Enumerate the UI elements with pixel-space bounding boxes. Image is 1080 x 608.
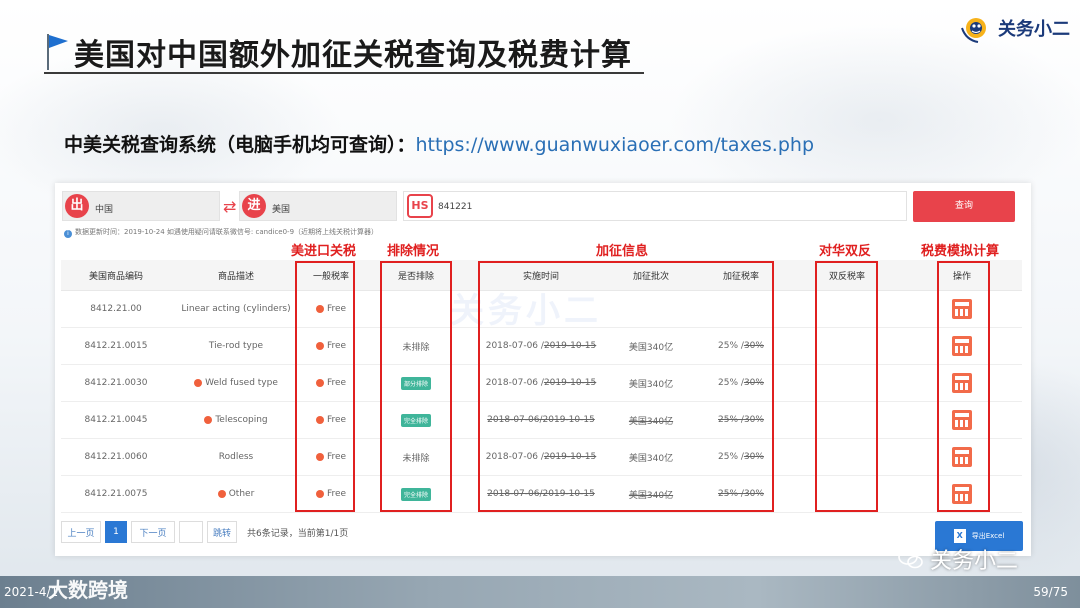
label-calculator: 税费模拟计算 bbox=[921, 244, 1000, 259]
page-title: 美国对中国额外加征关税查询及税费计算 bbox=[74, 38, 632, 73]
prev-page-button[interactable]: 上一页 bbox=[61, 521, 101, 543]
page-1-button[interactable]: 1 bbox=[105, 521, 127, 543]
brand-name: 关务小二 bbox=[998, 19, 1070, 40]
data-update-notice: i 数据更新时间：2019-10-24 如遇使用疑问请联系微信号: candice… bbox=[64, 227, 378, 238]
sun-logo-icon bbox=[961, 18, 986, 43]
cell-desc: Other bbox=[171, 476, 301, 512]
next-page-button[interactable]: 下一页 bbox=[131, 521, 175, 543]
hs-code-value: 841221 bbox=[438, 202, 473, 212]
label-anti-dumping: 对华双反 bbox=[819, 244, 872, 259]
cell-code: 8412.21.0045 bbox=[61, 402, 171, 438]
flag-icon bbox=[47, 34, 68, 70]
code-value: 8412.21.0030 bbox=[84, 378, 148, 388]
alert-dot-icon bbox=[217, 490, 226, 498]
origin-country-field[interactable]: 出 中国 bbox=[62, 191, 220, 221]
page-number: 59/75 bbox=[1033, 585, 1068, 599]
destination-value: 美国 bbox=[272, 205, 291, 215]
tariff-query-panel: 出 中国 ⇄ 进 美国 841221 HS 查询 i 数据更新时间：2019-10… bbox=[55, 183, 1031, 556]
cell-code: 8412.21.0015 bbox=[61, 328, 171, 364]
code-value: 8412.21.0060 bbox=[84, 452, 148, 462]
footer-bar: 2021-4/1 59/75 bbox=[0, 576, 1080, 608]
frame-anti-dumping bbox=[815, 261, 878, 512]
alert-dot-icon bbox=[194, 379, 203, 387]
alert-dot-icon bbox=[204, 416, 213, 424]
desc-value: Linear acting (cylinders) bbox=[181, 304, 291, 314]
jump-page-input[interactable] bbox=[179, 521, 203, 543]
cell-desc: Linear acting (cylinders) bbox=[171, 291, 301, 327]
excel-icon: X bbox=[953, 529, 966, 543]
cell-code: 8412.21.0030 bbox=[61, 365, 171, 401]
desc-value: Rodless bbox=[218, 452, 254, 462]
frame-exclusion bbox=[380, 261, 452, 512]
col-header-code: 美国商品编码 bbox=[88, 271, 143, 282]
hs-badge: HS bbox=[407, 194, 433, 218]
cell-desc: Telescoping bbox=[171, 402, 301, 438]
cell-code: 8412.21.00 bbox=[61, 291, 171, 327]
cell-desc: Tie-rod type bbox=[171, 328, 301, 364]
wechat-name: 关务小二 bbox=[930, 549, 1019, 574]
system-url-link[interactable]: https://www.guanwuxiaoer.com/taxes.php bbox=[416, 134, 815, 156]
desc-value: Telescoping bbox=[215, 415, 268, 425]
desc-value: Weld fused type bbox=[205, 378, 278, 388]
wechat-signature: 关务小二 bbox=[898, 543, 1018, 575]
desc-value: Other bbox=[228, 489, 255, 499]
label-additional: 加征信息 bbox=[596, 244, 649, 259]
col-header-desc: 商品描述 bbox=[217, 271, 254, 282]
code-value: 8412.21.0045 bbox=[84, 415, 148, 425]
label-exclusion: 排除情况 bbox=[387, 244, 440, 259]
destination-badge: 进 bbox=[242, 194, 266, 218]
brand-logo: 关务小二 bbox=[958, 8, 1070, 48]
jump-button[interactable]: 跳转 bbox=[207, 521, 237, 543]
code-value: 8412.21.00 bbox=[90, 304, 142, 314]
label-general-rate: 美进口关税 bbox=[291, 244, 357, 259]
code-value: 8412.21.0075 bbox=[84, 489, 148, 499]
swap-icon[interactable]: ⇄ bbox=[223, 197, 236, 216]
pagination: 上一页 1 下一页 跳转 共6条记录，当前第1/1页 bbox=[61, 521, 348, 543]
destination-country-field[interactable]: 进 美国 bbox=[239, 191, 397, 221]
export-label: 导出Excel bbox=[971, 532, 1005, 540]
wechat-icon bbox=[898, 549, 923, 569]
hs-code-input[interactable]: 841221 bbox=[403, 191, 907, 221]
origin-badge: 出 bbox=[65, 194, 89, 218]
title-underline bbox=[44, 72, 644, 74]
cell-desc: Weld fused type bbox=[171, 365, 301, 401]
info-icon: i bbox=[64, 230, 72, 238]
cell-code: 8412.21.0075 bbox=[61, 476, 171, 512]
footer-brand: 大数跨境 bbox=[48, 578, 128, 602]
frame-additional bbox=[478, 261, 774, 512]
query-button[interactable]: 查询 bbox=[913, 191, 1015, 222]
subtitle-label: 中美关税查询系统（电脑手机均可查询）： bbox=[64, 134, 416, 156]
frame-calculator bbox=[937, 261, 990, 512]
cell-code: 8412.21.0060 bbox=[61, 439, 171, 475]
desc-value: Tie-rod type bbox=[208, 341, 264, 351]
record-count: 共6条记录，当前第1/1页 bbox=[247, 528, 349, 539]
frame-general-rate bbox=[295, 261, 355, 512]
code-value: 8412.21.0015 bbox=[84, 341, 148, 351]
origin-value: 中国 bbox=[95, 205, 114, 215]
subtitle: 中美关税查询系统（电脑手机均可查询）：https://www.guanwuxia… bbox=[64, 130, 814, 157]
cell-desc: Rodless bbox=[171, 439, 301, 475]
notice-text: 数据更新时间：2019-10-24 如遇使用疑问请联系微信号: candice0… bbox=[75, 228, 379, 236]
